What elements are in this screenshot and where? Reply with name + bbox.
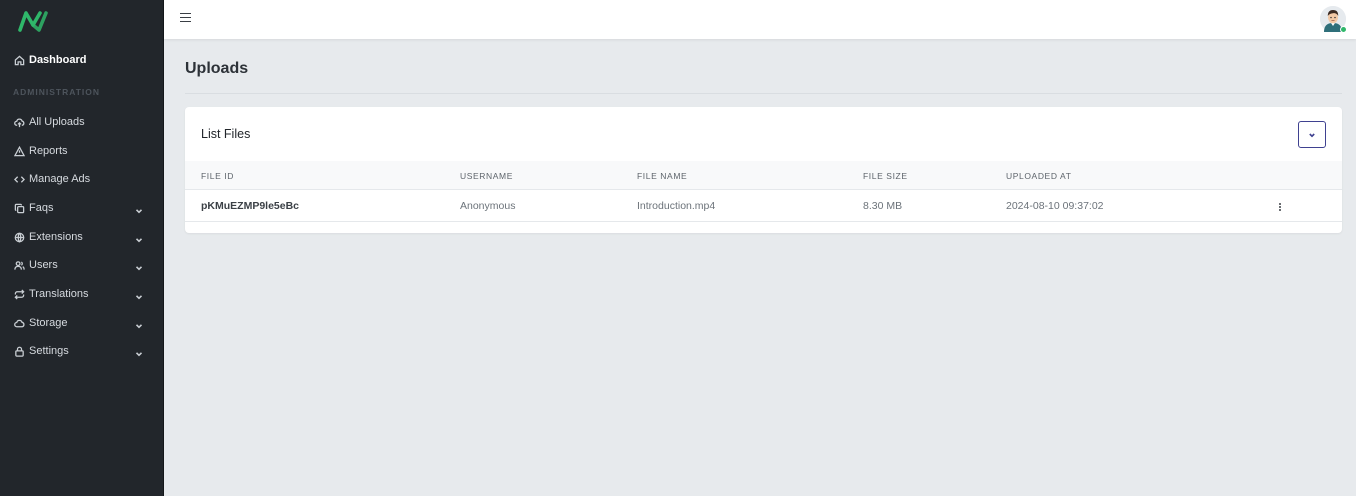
column-header-file-size[interactable]: FILE SIZE	[863, 171, 908, 181]
chevron-down-icon	[134, 346, 144, 357]
sidebar-item-label: Reports	[29, 145, 68, 157]
sidebar-item-storage[interactable]: Storage	[0, 309, 164, 337]
sidebar-item-users[interactable]: Users	[0, 251, 164, 279]
chevron-down-icon	[134, 232, 144, 243]
cell-file-name: Introduction.mp4	[637, 200, 716, 212]
sidebar-item-label: Translations	[29, 288, 89, 300]
logo[interactable]	[18, 10, 48, 32]
sidebar-section-administration: ADMINISTRATION	[13, 87, 101, 97]
lock-icon	[13, 345, 25, 357]
sidebar-item-translations[interactable]: Translations	[0, 280, 164, 308]
sidebar-item-label: Storage	[29, 317, 68, 329]
sidebar-item-extensions[interactable]: Extensions	[0, 223, 164, 251]
copy-icon	[13, 202, 25, 214]
sidebar: Dashboard ADMINISTRATION All Uploads Rep…	[0, 0, 164, 496]
column-header-username[interactable]: USERNAME	[460, 171, 513, 181]
column-header-uploaded-at[interactable]: UPLOADED AT	[1006, 171, 1072, 181]
sidebar-item-dashboard[interactable]: Dashboard	[0, 46, 164, 74]
chevron-down-icon	[1309, 132, 1315, 137]
sidebar-item-label: Dashboard	[29, 54, 87, 66]
alert-triangle-icon	[13, 145, 25, 157]
topbar	[164, 0, 1356, 39]
sidebar-item-settings[interactable]: Settings	[0, 337, 164, 365]
code-icon	[13, 173, 25, 185]
cell-file-size: 8.30 MB	[863, 200, 903, 212]
sidebar-item-all-uploads[interactable]: All Uploads	[0, 108, 164, 136]
sidebar-item-label: Users	[29, 259, 58, 271]
repeat-icon	[13, 288, 25, 300]
cell-file-id: pKMuEZMP9le5eBc	[201, 200, 300, 212]
more-vertical-icon[interactable]	[1275, 201, 1285, 213]
sidebar-item-label: All Uploads	[29, 116, 85, 128]
home-icon	[13, 54, 25, 66]
cloud-icon	[13, 317, 25, 329]
sidebar-item-manage-ads[interactable]: Manage Ads	[0, 165, 164, 193]
column-header-file-name[interactable]: FILE NAME	[637, 171, 687, 181]
sidebar-item-reports[interactable]: Reports	[0, 137, 164, 165]
chevron-down-icon	[134, 289, 144, 300]
globe-icon	[13, 231, 25, 243]
card-title: List Files	[201, 127, 251, 141]
sidebar-item-faqs[interactable]: Faqs	[0, 194, 164, 222]
sidebar-item-label: Faqs	[29, 202, 54, 214]
menu-toggle-icon[interactable]	[180, 13, 191, 25]
online-status-dot	[1340, 26, 1347, 33]
sidebar-item-label: Extensions	[29, 231, 83, 243]
table-header: FILE ID USERNAME FILE NAME FILE SIZE UPL…	[185, 161, 1342, 190]
column-header-file-id[interactable]: FILE ID	[201, 171, 234, 181]
upload-cloud-icon	[13, 116, 25, 128]
list-files-card: List Files FILE ID USERNAME FILE NAME FI…	[185, 107, 1342, 233]
divider	[185, 93, 1342, 94]
users-icon	[13, 259, 25, 271]
chevron-down-icon	[134, 260, 144, 271]
avatar[interactable]	[1320, 6, 1347, 33]
page-title: Uploads	[185, 60, 249, 77]
chevron-down-icon	[134, 203, 144, 214]
table-row: pKMuEZMP9le5eBc Anonymous Introduction.m…	[185, 190, 1342, 222]
cell-uploaded-at: 2024-08-10 09:37:02	[1006, 200, 1104, 212]
sidebar-item-label: Manage Ads	[29, 173, 91, 185]
chevron-down-icon	[134, 318, 144, 329]
collapse-toggle-button[interactable]	[1298, 121, 1326, 148]
cell-username: Anonymous	[460, 200, 516, 212]
sidebar-item-label: Settings	[29, 345, 69, 357]
